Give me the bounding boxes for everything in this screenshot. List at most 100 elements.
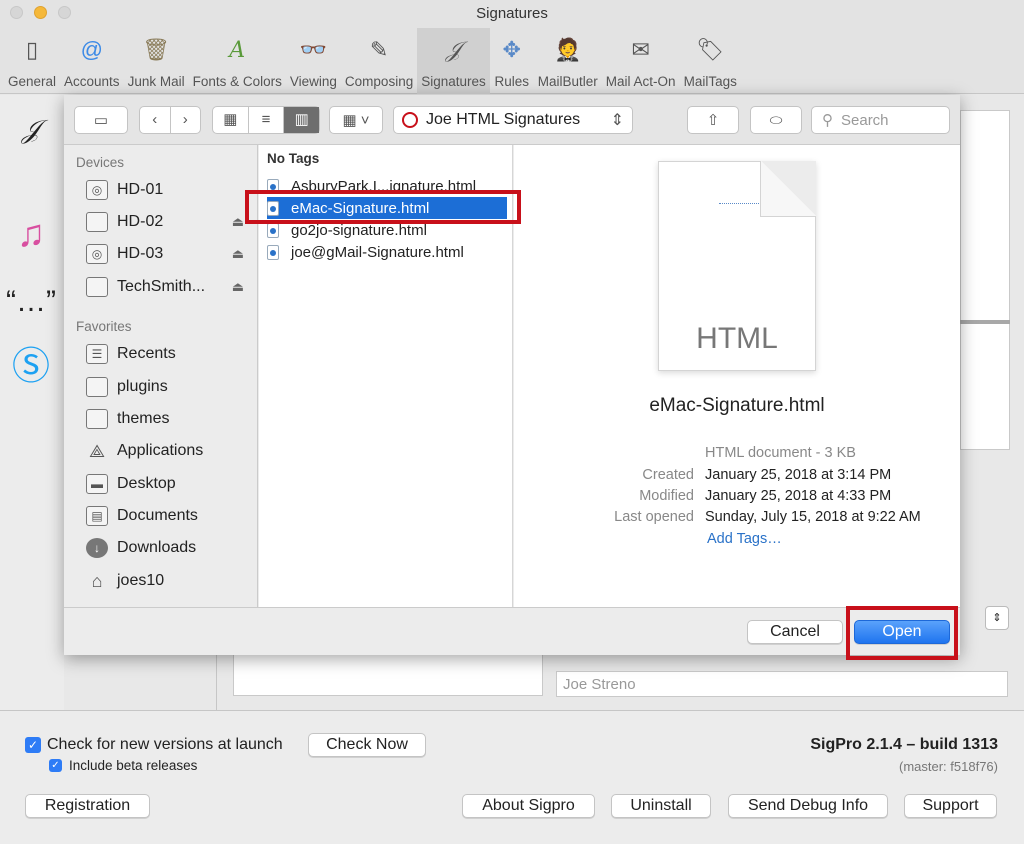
- sidebar-item-techsmith[interactable]: TechSmith... ⏏: [86, 275, 256, 299]
- version-label: SigPro 2.1.4 – build 1313: [810, 736, 998, 753]
- tags-button[interactable]: ⬭: [750, 106, 802, 134]
- zoom-window-button[interactable]: [58, 6, 71, 19]
- sidebar-item-label: plugins: [117, 378, 168, 395]
- title-bar: Signatures: [0, 0, 1024, 28]
- tab-mailbutler[interactable]: 🤵 MailButler: [534, 28, 602, 94]
- open-file-dialog: ▭ ‹ › ▦ ≡ ▥ ▦ ˅ Joe HTML Signatures ⇕ ⇧ ⬭ ⚲…: [64, 95, 960, 655]
- master-hash: (master: f518f76): [899, 759, 998, 774]
- rules-icon: ✥: [502, 37, 521, 62]
- location-popup[interactable]: Joe HTML Signatures ⇕: [393, 106, 633, 134]
- background-preview-panel: [960, 110, 1010, 450]
- sidebar-item-home[interactable]: ⌂ joes10: [86, 569, 256, 593]
- send-debug-button[interactable]: Send Debug Info: [728, 794, 888, 818]
- document-thumbnail: HTML: [658, 161, 816, 371]
- check-new-versions-label: Check for new versions at launch: [47, 736, 283, 753]
- tab-viewing[interactable]: 👓 Viewing: [286, 28, 341, 94]
- search-input[interactable]: ⚲ Search: [811, 106, 950, 134]
- tab-label: Accounts: [64, 74, 120, 89]
- eject-icon[interactable]: ⏏: [232, 279, 244, 295]
- location-label: Joe HTML Signatures: [426, 111, 581, 128]
- share-icon: ⇧: [706, 112, 720, 129]
- sidebar-item-applications[interactable]: ⟁ Applications: [86, 439, 256, 463]
- include-beta-checkbox[interactable]: ✓: [49, 759, 62, 772]
- sidebar-item-hd-02[interactable]: HD-02 ⏏: [86, 210, 256, 234]
- sidebar-item-label: themes: [117, 410, 170, 427]
- tab-mailtags[interactable]: 🏷 MailTags: [680, 28, 741, 94]
- background-select-arrows[interactable]: ⇕: [985, 606, 1009, 630]
- sidebar-toggle-button[interactable]: ▭: [74, 106, 128, 134]
- back-icon[interactable]: ‹: [140, 107, 171, 133]
- search-placeholder: Search: [841, 111, 889, 129]
- background-signature-list: [233, 654, 543, 696]
- minimize-window-button[interactable]: [34, 6, 47, 19]
- arrange-button[interactable]: ▦ ˅: [329, 106, 383, 134]
- butler-icon: 🤵: [554, 37, 582, 62]
- tab-mail-act-on[interactable]: ✉ Mail Act-On: [602, 28, 680, 94]
- sidebar-item-hd-01[interactable]: ◎ HD-01: [86, 178, 256, 202]
- sidebar-item-label: HD-03: [117, 245, 164, 262]
- cancel-button[interactable]: Cancel: [747, 620, 843, 644]
- last-opened-value: Sunday, July 15, 2018 at 9:22 AM: [705, 509, 921, 525]
- preview-filename: eMac-Signature.html: [649, 395, 825, 416]
- user-name-field[interactable]: Joe Streno: [556, 671, 1008, 697]
- sidebar-item-label: Recents: [117, 345, 176, 362]
- sidebar-item-downloads[interactable]: ↓ Downloads: [86, 536, 256, 560]
- tab-junk-mail[interactable]: 🗑 Junk Mail: [124, 28, 189, 94]
- eject-icon[interactable]: ⏏: [232, 246, 244, 262]
- about-button[interactable]: About Sigpro: [462, 794, 595, 818]
- tag-icon: ⬭: [769, 111, 783, 129]
- list-view-icon[interactable]: ≡: [249, 107, 285, 133]
- sidebar-item-label: Documents: [117, 507, 198, 524]
- file-kind: HTML document - 3 KB: [705, 445, 856, 461]
- registration-button[interactable]: Registration: [25, 794, 150, 818]
- sidebar-item-desktop[interactable]: ▬ Desktop: [86, 472, 256, 496]
- uninstall-button[interactable]: Uninstall: [611, 794, 711, 818]
- tab-label: MailButler: [537, 74, 598, 89]
- forward-icon[interactable]: ›: [171, 107, 201, 133]
- sidebar-item-label: joes10: [117, 572, 165, 589]
- tab-general[interactable]: ▯ General: [4, 28, 60, 94]
- doc-type-label: HTML: [696, 322, 778, 355]
- tab-signatures[interactable]: 𝒥 Signatures: [417, 28, 490, 94]
- add-tags-link[interactable]: Add Tags…: [707, 531, 782, 547]
- tab-composing[interactable]: ✎ Composing: [341, 28, 417, 94]
- downloads-icon: ↓: [86, 538, 108, 558]
- recents-icon: ☰: [86, 344, 108, 364]
- dialog-toolbar: ▭ ‹ › ▦ ≡ ▥ ▦ ˅ Joe HTML Signatures ⇕ ⇧ ⬭ ⚲…: [64, 95, 960, 145]
- tab-label: Junk Mail: [127, 74, 185, 89]
- favorites-heading: Favorites: [76, 319, 132, 334]
- thumbnail-content: [719, 190, 759, 204]
- sidebar-item-label: Downloads: [117, 539, 197, 556]
- skype-icon: Ⓢ: [11, 345, 50, 388]
- tab-accounts[interactable]: @ Accounts: [60, 28, 124, 94]
- quote-icon: “…”: [6, 285, 56, 318]
- bottom-panel: ✓ Check for new versions at launch ✓ Inc…: [0, 710, 1024, 844]
- file-item[interactable]: joe@gMail-Signature.html: [267, 241, 507, 263]
- sidebar-item-themes[interactable]: themes: [86, 407, 256, 431]
- icon-view-icon[interactable]: ▦: [213, 107, 249, 133]
- folder-icon: [86, 377, 108, 397]
- sidebar-item-documents[interactable]: ▤ Documents: [86, 504, 256, 528]
- disk-icon: ◎: [86, 180, 108, 200]
- disk-icon: [86, 212, 108, 232]
- palette-icon: A: [229, 37, 246, 63]
- sidebar-item-hd-03[interactable]: ◎ HD-03 ⏏: [86, 242, 256, 266]
- check-new-versions-checkbox[interactable]: ✓: [25, 737, 41, 753]
- back-forward-buttons[interactable]: ‹ ›: [139, 106, 201, 134]
- support-button[interactable]: Support: [904, 794, 997, 818]
- sidebar-icon: ▭: [93, 112, 109, 129]
- folder-icon: [86, 409, 108, 429]
- view-mode-selector[interactable]: ▦ ≡ ▥: [212, 106, 320, 134]
- background-splitter: [960, 320, 1010, 324]
- sidebar-item-plugins[interactable]: plugins: [86, 375, 256, 399]
- signature-icon: 𝒥: [445, 37, 462, 63]
- sidebar-item-recents[interactable]: ☰ Recents: [86, 342, 256, 366]
- close-window-button[interactable]: [10, 6, 23, 19]
- eject-icon[interactable]: ⏏: [232, 214, 244, 230]
- column-view-icon[interactable]: ▥: [284, 107, 320, 133]
- tab-rules[interactable]: ✥ Rules: [490, 28, 534, 94]
- tab-fonts-colors[interactable]: A Fonts & Colors: [189, 28, 286, 94]
- check-now-button[interactable]: Check Now: [308, 733, 426, 757]
- modified-label: Modified: [639, 488, 694, 504]
- share-button[interactable]: ⇧: [687, 106, 739, 134]
